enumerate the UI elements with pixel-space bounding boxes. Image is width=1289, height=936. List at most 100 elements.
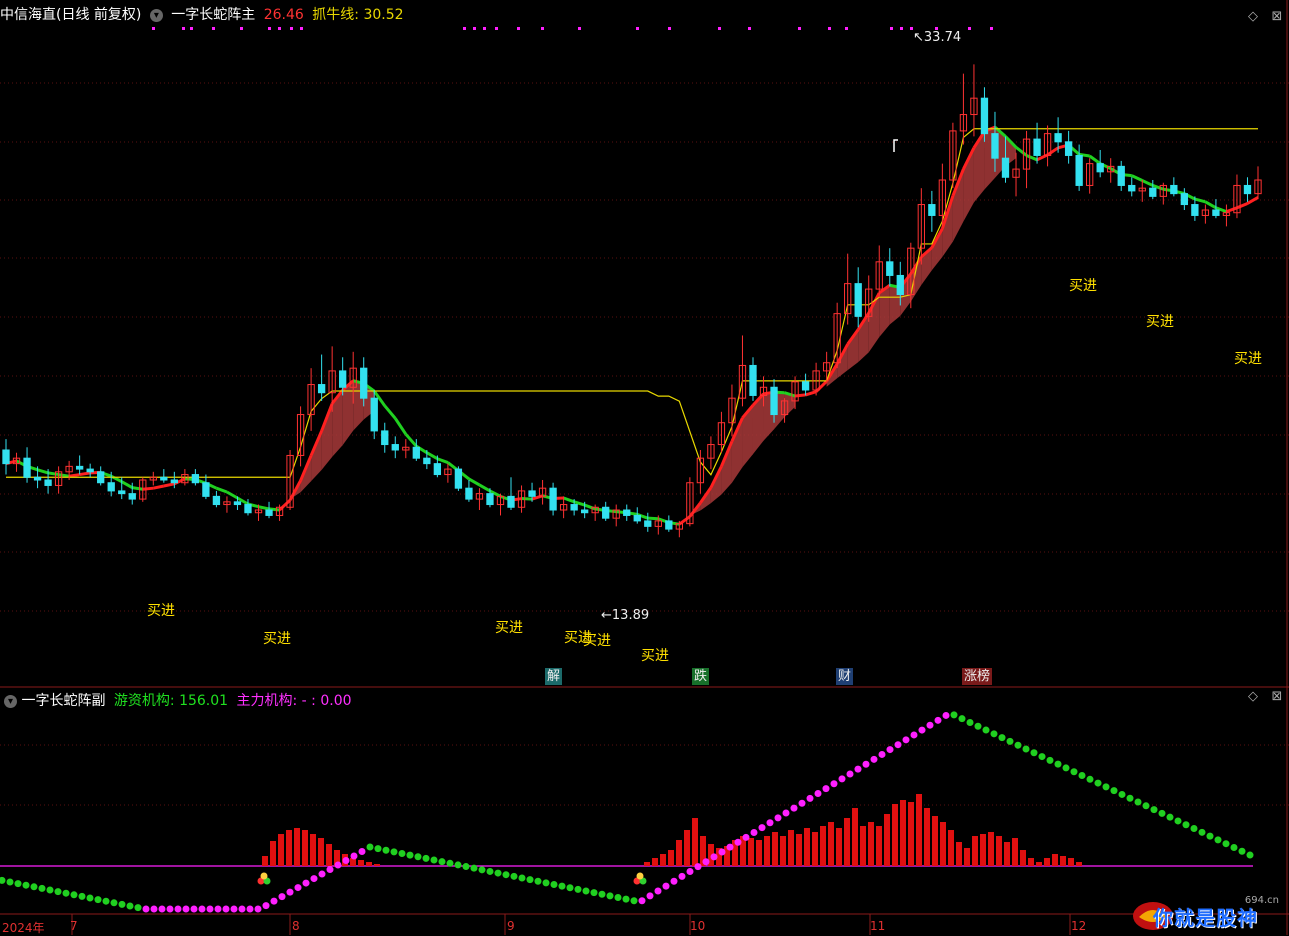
oscillator-dot [734, 838, 742, 846]
signal-dot [278, 27, 281, 30]
candlestick-chart[interactable] [0, 0, 1289, 935]
sub-bar [326, 844, 332, 866]
sub-bar [1036, 862, 1042, 866]
signal-dot [900, 27, 903, 30]
ma-line-segment [1236, 202, 1249, 210]
ma-line-segment [478, 483, 491, 493]
event-tag-zhangbang[interactable]: 涨榜 [962, 668, 993, 685]
sub-bar [796, 834, 802, 866]
ma-line-segment [436, 457, 449, 464]
oscillator-dot [814, 789, 822, 797]
oscillator-dot [1086, 775, 1094, 783]
signal-dot [718, 27, 721, 30]
sub-bar [644, 862, 650, 866]
event-tag-die[interactable]: 跌 [692, 668, 710, 685]
ma-line-segment [468, 477, 481, 487]
sub-bar [940, 822, 946, 866]
oscillator-dot [62, 889, 70, 897]
oscillator-dot [398, 850, 406, 858]
sub-bar [820, 826, 826, 866]
candle-body [265, 509, 273, 516]
ma-line-segment [404, 433, 418, 448]
oscillator-dot [686, 868, 694, 876]
oscillator-dot [1022, 745, 1030, 753]
candle-body [570, 504, 578, 511]
oscillator-dot [326, 866, 334, 874]
oscillator-dot [1110, 787, 1118, 795]
candle-body [1054, 133, 1062, 143]
signal-dot [495, 27, 498, 30]
candle-body [97, 471, 105, 484]
candle-body [1001, 157, 1010, 178]
sub-indicator-name[interactable]: 一字长蛇阵副 [21, 693, 105, 709]
signal-dot [182, 27, 185, 30]
oscillator-dot [726, 843, 734, 851]
low-price-marker: ←13.89 [601, 608, 650, 623]
event-tag-jie[interactable]: 解 [545, 668, 563, 685]
oscillator-dot [974, 722, 982, 730]
flower-icon [636, 872, 644, 880]
oscillator-dot [134, 904, 142, 912]
oscillator-dot [766, 819, 774, 827]
oscillator-dot [782, 809, 790, 817]
oscillator-dot [262, 902, 270, 910]
sub-bar [1068, 858, 1074, 866]
event-tag-cai[interactable]: 财 [836, 668, 854, 685]
ma-line-segment [37, 468, 49, 475]
watermark-logo: 694.cn 你就是股神 [1131, 895, 1281, 931]
oscillator-dot [942, 711, 950, 719]
candle-body [107, 482, 115, 492]
sub-bar [270, 841, 276, 866]
oscillator-dot [462, 863, 470, 871]
signal-dot [968, 27, 971, 30]
buy-signal: 买进 [1146, 314, 1174, 330]
trend-ribbon [311, 430, 322, 482]
signal-dot [190, 27, 193, 30]
sub-bar [692, 818, 698, 866]
sub-bar [884, 814, 890, 866]
oscillator-dot [94, 896, 102, 904]
candle-body [381, 430, 389, 446]
oscillator-dot [550, 880, 558, 888]
oscillator-dot [1150, 806, 1158, 814]
oscillator-dot [1102, 783, 1110, 791]
oscillator-dot [702, 858, 710, 866]
x-axis-label: 12 [1071, 919, 1087, 933]
ma-line-segment [394, 417, 408, 436]
candle-body [1243, 184, 1252, 195]
oscillator-dot [1134, 798, 1142, 806]
candle-body [1180, 193, 1189, 206]
oscillator-dot [14, 880, 22, 888]
flower-icon [260, 872, 268, 880]
oscillator-dot [718, 848, 726, 856]
oscillator-dot [614, 894, 622, 902]
candle-body [980, 97, 989, 135]
candle-body [391, 444, 399, 451]
sub-bar [1060, 856, 1066, 866]
buy-signal: 买进 [1234, 351, 1262, 367]
oscillator-dot [278, 893, 286, 901]
sub-dropdown-icon[interactable]: ▾ [4, 694, 17, 708]
candle-body [2, 449, 10, 465]
candle-body [1149, 187, 1157, 197]
oscillator-dot [1078, 772, 1086, 780]
candle-body [191, 474, 200, 484]
sub-bar [956, 842, 962, 866]
oscillator-dot [662, 882, 670, 890]
ma-line-segment [142, 486, 154, 491]
candle-body [412, 446, 420, 459]
oscillator-dot [222, 905, 230, 913]
oscillator-dot [710, 853, 718, 861]
candle-body [665, 520, 673, 530]
oscillator-dot [1174, 817, 1182, 825]
sub-bar [868, 822, 874, 866]
sub-bar [1012, 838, 1018, 866]
candle-body [1117, 165, 1125, 186]
oscillator-dot [1198, 828, 1206, 836]
oscillator-dot [150, 905, 158, 913]
ma-line-segment [647, 516, 659, 521]
ma-line-segment [383, 404, 397, 420]
candle-body [528, 490, 536, 497]
signal-dot [890, 27, 893, 30]
sub-bar [996, 836, 1002, 866]
